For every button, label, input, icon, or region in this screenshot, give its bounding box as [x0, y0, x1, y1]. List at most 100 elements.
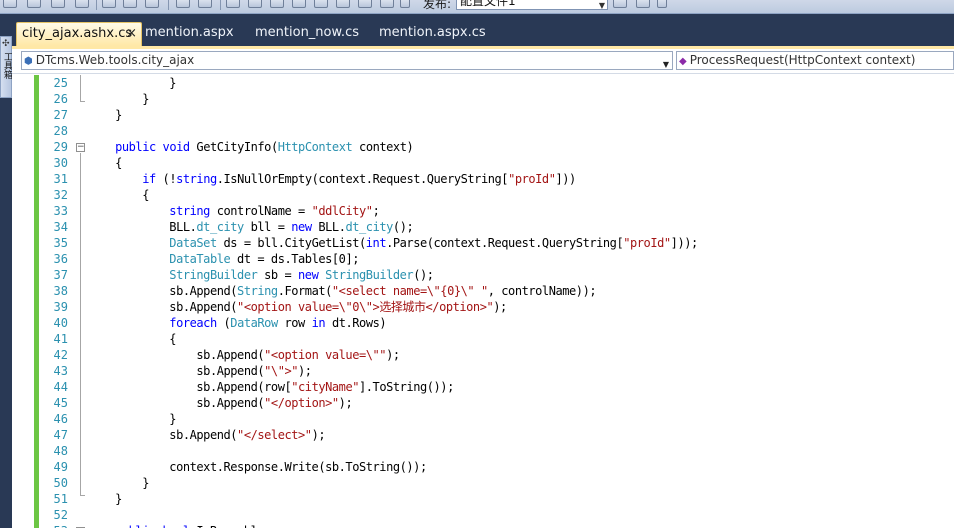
code-token: } — [88, 492, 122, 506]
toolbox-tab[interactable]: ✣ 工具箱 — [0, 36, 12, 98]
line-number: 29 — [53, 140, 68, 154]
code-line[interactable]: sb.Append("<option value=\"0\">选择城市</opt… — [88, 299, 507, 315]
code-token: sb = — [257, 268, 299, 282]
code-line[interactable]: sb.Append(row["cityName"].ToString()); — [88, 379, 454, 395]
add-item-icon[interactable] — [27, 0, 41, 8]
line-number: 44 — [53, 380, 68, 394]
code-line[interactable]: public bool IsReusable — [88, 523, 265, 528]
code-line[interactable]: { — [88, 187, 149, 203]
code-token: } — [88, 412, 177, 426]
code-line[interactable]: string controlName = "ddlCity"; — [88, 203, 379, 219]
code-token: dt_city — [345, 220, 393, 234]
next-bookmark-folder-icon[interactable] — [314, 0, 328, 8]
code-line[interactable]: public void GetCityInfo(HttpContext cont… — [88, 139, 414, 155]
next-bookmark-doc-icon[interactable] — [358, 0, 372, 8]
code-token: sb.Append(row[ — [88, 380, 292, 394]
code-line[interactable]: if (!string.IsNullOrEmpty(context.Reques… — [88, 171, 576, 187]
code-line[interactable]: } — [88, 411, 176, 427]
tab-mention-aspx-cs[interactable]: mention.aspx.cs — [374, 22, 500, 46]
code-token: in — [311, 316, 326, 330]
comment-icon[interactable] — [176, 0, 190, 8]
close-icon[interactable]: × — [126, 23, 137, 45]
align-icon[interactable] — [102, 0, 116, 8]
code-line[interactable]: DataSet ds = bll.CityGetList(int.Parse(c… — [88, 235, 698, 251]
indent-icon[interactable] — [123, 0, 137, 8]
code-token: ( — [216, 316, 231, 330]
prev-bookmark-folder-icon[interactable] — [292, 0, 306, 8]
code-token: new — [298, 268, 319, 282]
code-area[interactable]: 25 26 27 28 29 30 31 32 33 34 35 36 37 38 39 40 41 42 43 44… — [12, 75, 954, 528]
code-token: { — [88, 188, 149, 202]
tab-mention-now-cs[interactable]: mention_now.cs — [250, 22, 372, 46]
code-line[interactable]: sb.Append("</option>"); — [88, 395, 352, 411]
code-line[interactable]: DataTable dt = ds.Tables[0]; — [88, 251, 359, 267]
toolbar-overflow-icon[interactable] — [657, 0, 667, 8]
line-number: 50 — [53, 476, 68, 490]
navigation-bar: ⬢ DTcms.Web.tools.city_ajax ▼ ◆ ProcessReq… — [12, 49, 954, 74]
code-line[interactable]: BLL.dt_city bll = new BLL.dt_city(); — [88, 219, 413, 235]
tab-city-ajax-ashx-cs[interactable]: city_ajax.ashx.cs × — [16, 22, 142, 46]
open-file-icon[interactable] — [51, 0, 65, 8]
prev-bookmark-icon[interactable] — [248, 0, 262, 8]
code-line[interactable]: foreach (DataRow row in dt.Rows) — [88, 315, 386, 331]
publish-icon[interactable] — [613, 0, 627, 8]
save-icon[interactable] — [75, 0, 89, 8]
code-line[interactable]: context.Response.Write(sb.ToString()); — [88, 459, 427, 475]
publish-label: 发布: — [423, 0, 452, 11]
code-token: dt_city — [196, 220, 244, 234]
code-line[interactable]: StringBuilder sb = new StringBuilder(); — [88, 267, 434, 283]
code-token: sb.Append( — [88, 348, 265, 362]
publish-config-dropdown[interactable]: 配置文件1 ▼ — [456, 0, 608, 10]
code-line[interactable]: sb.Append(String.Format("<select name=\"… — [88, 283, 596, 299]
line-number: 53 — [12, 523, 68, 528]
code-line[interactable]: { — [88, 155, 122, 171]
tab-label: city_ajax.ashx.cs — [22, 26, 133, 41]
tab-mention-aspx[interactable]: mention.aspx — [140, 22, 250, 46]
next-bookmark-icon[interactable] — [270, 0, 284, 8]
prev-bookmark-doc-icon[interactable] — [336, 0, 350, 8]
code-line[interactable]: } — [88, 75, 176, 91]
code-token: controlName = — [209, 204, 312, 218]
tab-label: mention.aspx — [145, 25, 234, 40]
chevron-down-icon: ▼ — [598, 1, 605, 10]
code-token: bool — [163, 524, 191, 528]
type-dropdown[interactable]: ⬢ DTcms.Web.tools.city_ajax ▼ — [21, 51, 673, 70]
code-token: (); — [413, 268, 434, 282]
code-token: void — [162, 140, 191, 154]
code-line[interactable]: sb.Append("<option value=\""); — [88, 347, 400, 363]
code-line[interactable]: { — [88, 331, 176, 347]
member-dropdown[interactable]: ◆ ProcessRequest(HttpContext context) — [676, 51, 954, 70]
code-token: "proId" — [508, 172, 556, 186]
code-token: int — [365, 236, 387, 250]
collapse-toggle-icon[interactable]: − — [76, 143, 85, 152]
code-line[interactable]: sb.Append("</select>"); — [88, 427, 325, 443]
bookmark-icon[interactable] — [226, 0, 240, 8]
code-line[interactable]: } — [88, 91, 149, 107]
outdent-icon[interactable] — [145, 0, 159, 8]
toolbar-separator — [220, 0, 221, 10]
code-line[interactable]: } — [88, 107, 122, 123]
new-project-icon[interactable] — [3, 0, 17, 8]
code-lines[interactable]: } } } public void GetCityInfo(HttpContex… — [88, 75, 954, 528]
line-number: 39 — [53, 300, 68, 314]
line-number: 48 — [53, 444, 68, 458]
line-number: 49 — [53, 460, 68, 474]
code-token: bll = — [243, 220, 292, 234]
code-line[interactable]: sb.Append("\">"); — [88, 363, 312, 379]
line-number: 47 — [53, 428, 68, 442]
toolbox-label: 工具箱 — [2, 52, 12, 79]
code-token: } — [88, 476, 149, 490]
clear-bookmarks-icon[interactable] — [380, 0, 394, 8]
code-token: ); — [493, 300, 507, 314]
code-line[interactable]: } — [88, 491, 122, 507]
code-token: .Format( — [277, 284, 333, 298]
publish-settings-icon[interactable] — [636, 0, 650, 8]
code-token: ; — [372, 204, 380, 218]
code-token: ); — [338, 396, 353, 410]
code-line[interactable]: } — [88, 475, 149, 491]
line-number: 27 — [53, 108, 68, 122]
uncomment-icon[interactable] — [198, 0, 212, 8]
toolbar-overflow-icon[interactable] — [400, 0, 410, 8]
